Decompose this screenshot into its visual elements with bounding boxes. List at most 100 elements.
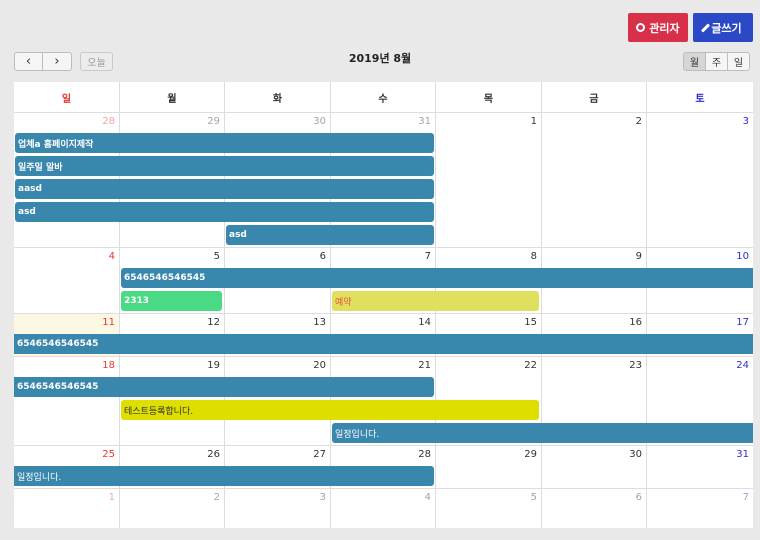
week-row: 25 26 27 28 29 30 31 일정입니다. — [14, 446, 753, 489]
day-number: 2 — [635, 116, 642, 127]
view-month-button[interactable]: 월 — [683, 52, 706, 71]
day-number: 6 — [635, 492, 642, 503]
calendar-event[interactable]: 테스트등록합니다. — [121, 400, 539, 420]
day-number: 1 — [108, 492, 115, 503]
calendar-event[interactable]: 2313 — [121, 291, 222, 311]
day-cell[interactable]: 5 — [436, 489, 542, 528]
day-cell[interactable]: 4 — [14, 248, 120, 313]
view-week-button[interactable]: 주 — [705, 52, 728, 71]
calendar-event[interactable]: asd — [15, 202, 434, 222]
day-number: 30 — [629, 449, 642, 460]
day-number: 31 — [418, 116, 431, 127]
write-label: 글쓰기 — [711, 21, 742, 35]
calendar-event[interactable]: 일정입니다. — [332, 423, 753, 443]
admin-button[interactable]: 관리자 — [628, 13, 688, 42]
day-number: 29 — [207, 116, 220, 127]
next-month-button[interactable]: › — [43, 52, 72, 71]
chevron-left-icon: ‹ — [25, 54, 32, 69]
calendar-event[interactable]: 일정입니다. — [14, 466, 434, 486]
day-number: 15 — [524, 317, 537, 328]
day-number: 18 — [102, 360, 115, 371]
day-number: 4 — [424, 492, 431, 503]
today-button[interactable]: 오늘 — [80, 52, 113, 71]
day-number: 8 — [530, 251, 537, 262]
day-number: 19 — [207, 360, 220, 371]
day-number: 29 — [524, 449, 537, 460]
day-number: 6 — [319, 251, 326, 262]
day-number: 20 — [313, 360, 326, 371]
day-number: 1 — [530, 116, 537, 127]
week-row: 18 19 20 21 22 23 24 6546546546545 테스트등록… — [14, 357, 753, 446]
view-switcher: 월 주 일 — [683, 52, 750, 71]
day-number: 23 — [629, 360, 642, 371]
day-number: 12 — [207, 317, 220, 328]
day-number: 25 — [102, 449, 115, 460]
admin-label: 관리자 — [649, 21, 680, 35]
weekday-mon: 월 — [120, 82, 225, 113]
calendar-event[interactable]: 6546546546545 — [14, 377, 434, 397]
day-number: 24 — [736, 360, 749, 371]
day-number: 26 — [207, 449, 220, 460]
day-cell[interactable]: 7 — [647, 489, 753, 528]
month-navigation: ‹ › — [14, 52, 72, 71]
day-number: 5 — [213, 251, 220, 262]
day-number: 17 — [736, 317, 749, 328]
day-number: 7 — [742, 492, 749, 503]
day-number: 31 — [736, 449, 749, 460]
day-number: 4 — [108, 251, 115, 262]
day-number: 28 — [102, 116, 115, 127]
day-cell[interactable]: 2 — [120, 489, 225, 528]
day-number: 3 — [742, 116, 749, 127]
calendar-event[interactable]: 6546546546545 — [14, 334, 753, 354]
weekday-sun: 일 — [14, 82, 120, 113]
view-day-button[interactable]: 일 — [727, 52, 750, 71]
day-number: 11 — [102, 317, 115, 328]
weekday-fri: 금 — [542, 82, 647, 113]
day-number: 22 — [524, 360, 537, 371]
day-cell[interactable]: 1 — [436, 113, 542, 247]
calendar-event[interactable]: aasd — [15, 179, 434, 199]
day-number: 27 — [313, 449, 326, 460]
week-row: 4 5 6 7 8 9 10 6546546546545 2313 예약 — [14, 248, 753, 314]
calendar-event[interactable]: 업체a 홈페이지제작 — [15, 133, 434, 153]
day-cell[interactable]: 30 — [542, 446, 647, 488]
day-number: 30 — [313, 116, 326, 127]
day-number: 28 — [418, 449, 431, 460]
calendar-event[interactable]: asd — [226, 225, 434, 245]
day-number: 10 — [736, 251, 749, 262]
weekday-tue: 화 — [225, 82, 331, 113]
day-number: 21 — [418, 360, 431, 371]
day-number: 7 — [424, 251, 431, 262]
calendar-event[interactable]: 일주일 알바 — [15, 156, 434, 176]
day-cell[interactable]: 29 — [436, 446, 542, 488]
chevron-right-icon: › — [54, 54, 60, 69]
week-row: 28 29 30 31 1 2 3 업체a 홈페이지제작 일주일 알바 aasd… — [14, 113, 753, 248]
calendar-event[interactable]: 6546546546545 — [121, 268, 753, 288]
weekday-thu: 목 — [436, 82, 542, 113]
day-cell[interactable]: 18 — [14, 357, 120, 445]
day-cell[interactable]: 3 — [647, 113, 753, 247]
day-number: 5 — [530, 492, 537, 503]
day-number: 3 — [319, 492, 326, 503]
week-row: 11 12 13 14 15 16 17 6546546546545 — [14, 314, 753, 357]
weekday-header: 일 월 화 수 목 금 토 — [14, 82, 753, 113]
day-number: 16 — [629, 317, 642, 328]
day-number: 14 — [418, 317, 431, 328]
day-cell[interactable]: 3 — [225, 489, 331, 528]
prev-month-button[interactable]: ‹ — [14, 52, 43, 71]
day-number: 9 — [635, 251, 642, 262]
day-cell[interactable]: 31 — [647, 446, 753, 488]
calendar-event[interactable]: 예약 — [332, 291, 539, 311]
day-number: 2 — [213, 492, 220, 503]
write-button[interactable]: 글쓰기 — [693, 13, 753, 42]
weekday-wed: 수 — [331, 82, 436, 113]
pencil-icon — [701, 22, 711, 33]
day-cell[interactable]: 4 — [331, 489, 436, 528]
day-cell[interactable]: 6 — [542, 489, 647, 528]
day-cell[interactable]: 1 — [14, 489, 120, 528]
week-row: 1 2 3 4 5 6 7 — [14, 489, 753, 528]
calendar-title: 2019년 8월 — [348, 52, 412, 65]
day-cell[interactable]: 2 — [542, 113, 647, 247]
user-icon — [636, 23, 646, 32]
day-number: 13 — [313, 317, 326, 328]
